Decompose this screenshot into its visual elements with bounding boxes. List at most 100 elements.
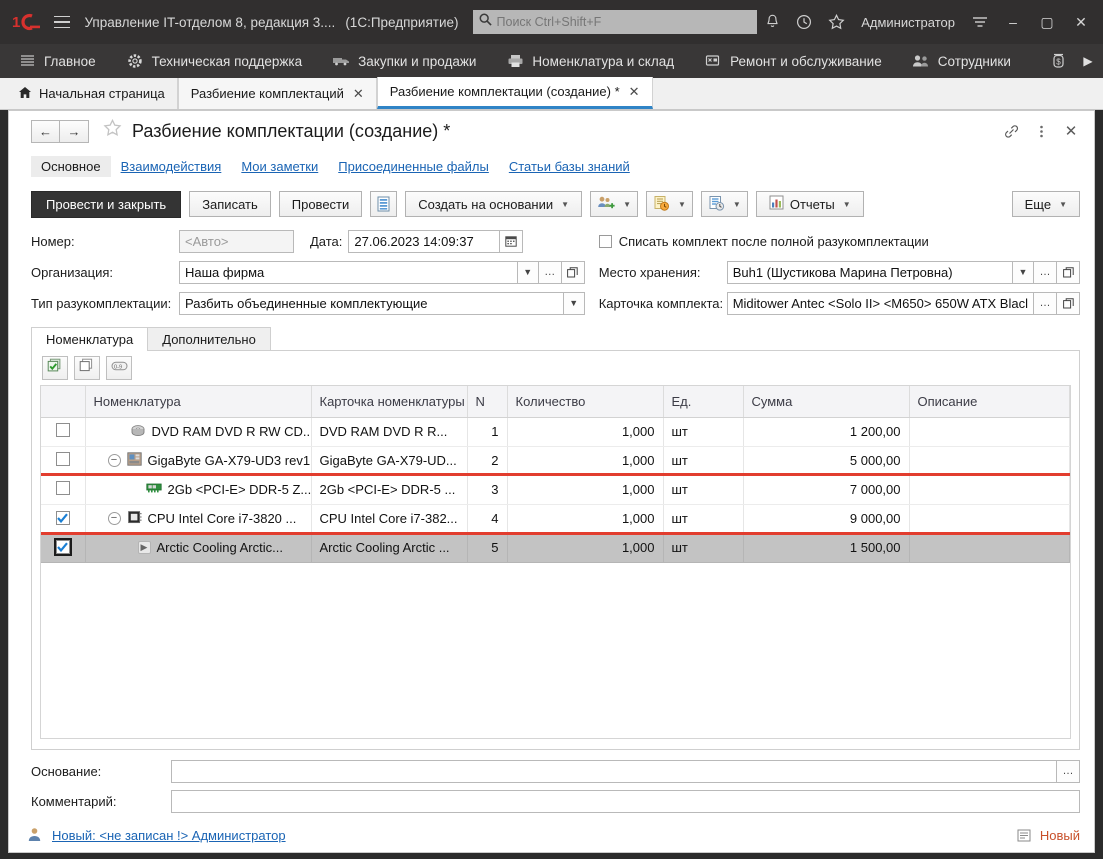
col-select[interactable] [41, 386, 85, 417]
cell-card[interactable]: 2Gb <PCI-E> DDR-5 ... [311, 475, 467, 504]
col-n[interactable]: N [467, 386, 507, 417]
table-row[interactable]: 2Gb <PCI-E> DDR-5 Z... 2Gb <PCI-E> DDR-5… [41, 475, 1070, 504]
cell-sum[interactable]: 9 000,00 [743, 504, 909, 533]
cell-unit[interactable]: шт [663, 533, 743, 562]
row-checkbox[interactable] [56, 452, 70, 466]
organization-dropdown-icon[interactable]: ▼ [518, 261, 539, 284]
cell-description[interactable] [909, 533, 1070, 562]
tab-home[interactable]: Начальная страница [6, 78, 178, 109]
reports-button[interactable]: Отчеты ▼ [756, 191, 864, 217]
date-input[interactable]: 27.06.2023 14:09:37 [348, 230, 500, 253]
cell-nomenclature[interactable]: DVD RAM DVD R RW CD... [85, 417, 311, 446]
create-based-on-button[interactable]: Создать на основании ▼ [405, 191, 582, 217]
comment-input[interactable] [171, 790, 1080, 813]
link-icon[interactable] [998, 118, 1024, 144]
fill-from-kit-button[interactable] [42, 356, 68, 380]
storage-select-button[interactable]: … [1034, 261, 1057, 284]
organization-select-button[interactable]: … [539, 261, 562, 284]
cell-n[interactable]: 2 [467, 446, 507, 475]
section-more-button[interactable]: ▶ [1073, 44, 1103, 78]
decomposition-type-dropdown-icon[interactable]: ▼ [564, 292, 585, 315]
cell-description[interactable] [909, 504, 1070, 533]
cell-sum[interactable]: 7 000,00 [743, 475, 909, 504]
tab-close-icon[interactable]: ✕ [353, 86, 364, 102]
row-checkbox-cell[interactable] [41, 446, 85, 475]
author-link[interactable]: Новый: <не записан !> Администратор [52, 828, 286, 843]
expand-icon[interactable]: ▶ [138, 541, 151, 554]
navlink-prisoedinennye-fayly[interactable]: Присоединенные файлы [328, 156, 499, 177]
history-icon[interactable] [789, 8, 819, 36]
navlink-vzaimodeystviya[interactable]: Взаимодействия [111, 156, 232, 177]
copy-rows-button[interactable] [74, 356, 100, 380]
col-nomenclature[interactable]: Номенклатура [85, 386, 311, 417]
row-checkbox-cell[interactable] [41, 417, 85, 446]
window-minimize-button[interactable]: – [997, 8, 1029, 36]
col-card[interactable]: Карточка номенклатуры [311, 386, 467, 417]
organization-open-button[interactable] [562, 261, 585, 284]
cell-card[interactable]: GigaByte GA-X79-UD... [311, 446, 467, 475]
window-close-button[interactable]: ✕ [1065, 8, 1097, 36]
section-employees[interactable]: Сотрудники [910, 53, 1025, 69]
close-icon[interactable]: ✕ [1058, 118, 1084, 144]
tab-razbienie-komplektaciy[interactable]: Разбиение комплектаций ✕ [178, 78, 377, 109]
search-input[interactable]: Поиск Ctrl+Shift+F [473, 10, 758, 34]
basis-input[interactable] [171, 760, 1057, 783]
cell-n[interactable]: 3 [467, 475, 507, 504]
cell-sum[interactable]: 1 200,00 [743, 417, 909, 446]
section-purchases-sales[interactable]: Закупки и продажи [330, 53, 490, 69]
more-menu-icon[interactable] [1028, 118, 1054, 144]
register-history-button[interactable]: ▼ [701, 191, 748, 217]
nav-back-button[interactable]: ← [31, 120, 60, 143]
cell-description[interactable] [909, 446, 1070, 475]
row-checkbox[interactable] [56, 423, 70, 437]
nomenclature-grid[interactable]: Номенклатура Карточка номенклатуры N Кол… [40, 385, 1071, 739]
cell-card[interactable]: DVD RAM DVD R R... [311, 417, 467, 446]
cell-n[interactable]: 5 [467, 533, 507, 562]
tab-razbienie-komplektacii-sozdanie[interactable]: Разбиение комплектации (создание) * ✕ [377, 77, 653, 109]
calendar-icon[interactable] [500, 230, 523, 253]
navlink-moi-zametki[interactable]: Мои заметки [231, 156, 328, 177]
attached-files-button[interactable]: ▼ [646, 191, 693, 217]
inner-tab-nomenklatura[interactable]: Номенклатура [31, 327, 148, 351]
cell-nomenclature[interactable]: ▶ Arctic Cooling Arctic... [85, 533, 311, 562]
inner-tab-dopolnitelno[interactable]: Дополнительно [147, 327, 271, 351]
section-repair-service[interactable]: Ремонт и обслуживание [702, 53, 896, 69]
basis-select-button[interactable]: … [1057, 760, 1080, 783]
organization-input[interactable]: Наша фирма [179, 261, 518, 284]
finance-icon[interactable]: $ [1045, 44, 1071, 78]
1c-logo-icon[interactable]: 1 [10, 11, 43, 33]
tab-close-icon[interactable]: ✕ [629, 84, 640, 100]
cell-description[interactable] [909, 475, 1070, 504]
number-input[interactable]: <Авто> [179, 230, 294, 253]
favorite-star-icon[interactable] [103, 119, 122, 143]
row-checkbox-cell[interactable] [41, 504, 85, 533]
row-checkbox[interactable] [56, 540, 70, 554]
cell-card[interactable]: Arctic Cooling Arctic ... [311, 533, 467, 562]
kit-card-input[interactable]: Miditower Antec <Solo II> <M650> 650W AT… [727, 292, 1034, 315]
cell-quantity[interactable]: 1,000 [507, 417, 663, 446]
collapse-icon[interactable]: − [108, 454, 121, 467]
bell-icon[interactable] [757, 8, 787, 36]
cell-nomenclature[interactable]: 2Gb <PCI-E> DDR-5 Z... [85, 475, 311, 504]
row-checkbox[interactable] [56, 481, 70, 495]
table-row[interactable]: − CPU Intel Core i7-3820 ... CPU Intel C… [41, 504, 1070, 533]
cell-n[interactable]: 4 [467, 504, 507, 533]
cell-quantity[interactable]: 1,000 [507, 533, 663, 562]
decomposition-type-input[interactable]: Разбить объединенные комплектующие [179, 292, 564, 315]
cell-card[interactable]: CPU Intel Core i7-382... [311, 504, 467, 533]
table-row[interactable]: ▶ Arctic Cooling Arctic... Arctic Coolin… [41, 533, 1070, 562]
row-checkbox[interactable] [56, 511, 70, 525]
add-contact-button[interactable]: ▼ [590, 191, 638, 217]
cell-sum[interactable]: 5 000,00 [743, 446, 909, 475]
change-quantity-button[interactable]: 0-9 [106, 356, 132, 380]
table-row[interactable]: − GigaByte GA-X79-UD3 rev1... GigaByte G… [41, 446, 1070, 475]
col-unit[interactable]: Ед. [663, 386, 743, 417]
window-maximize-button[interactable]: ▢ [1031, 8, 1063, 36]
storage-dropdown-icon[interactable]: ▼ [1013, 261, 1034, 284]
cell-quantity[interactable]: 1,000 [507, 504, 663, 533]
section-glavnoe[interactable]: Главное [16, 53, 110, 69]
storage-open-button[interactable] [1057, 261, 1080, 284]
row-checkbox-cell[interactable] [41, 475, 85, 504]
section-tech-support[interactable]: Техническая поддержка [124, 53, 317, 69]
cell-quantity[interactable]: 1,000 [507, 446, 663, 475]
